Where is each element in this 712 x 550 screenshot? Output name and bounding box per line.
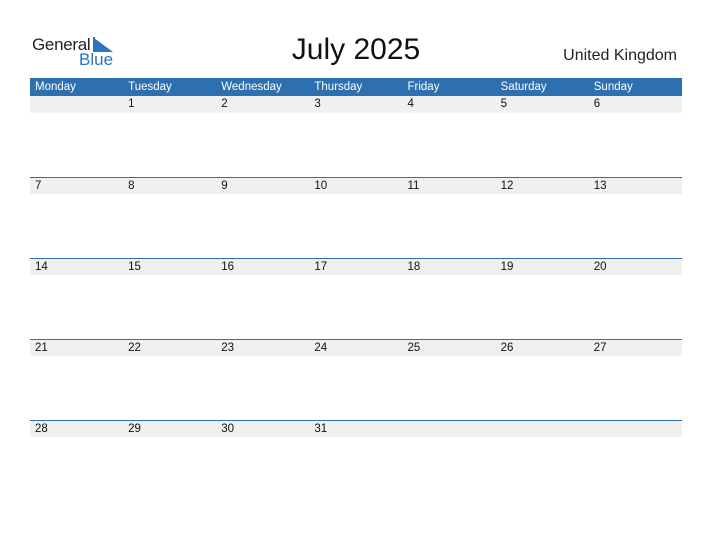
- week-row: 7 8 9 10 11 12 13: [30, 177, 682, 258]
- week-row: 1 2 3 4 5 6: [30, 96, 682, 177]
- week-row: 21 22 23 24 25 26 27: [30, 339, 682, 420]
- day-cell: [403, 421, 496, 437]
- day-cell: 9: [221, 180, 228, 192]
- day-cell: 4: [407, 98, 414, 110]
- weekday-label: Tuesday: [128, 81, 172, 93]
- day-cell: 11: [407, 180, 420, 192]
- day-cell: 27: [593, 342, 607, 354]
- week-row: 28 29 30 31: [30, 420, 682, 501]
- day-cell: 19: [500, 261, 514, 273]
- day-cell: 3: [314, 98, 321, 110]
- day-cell: 21: [35, 342, 48, 354]
- calendar-grid: Monday Tuesday Wednesday Thursday Friday…: [30, 78, 682, 501]
- day-cell: 26: [500, 342, 514, 354]
- day-cell: 17: [314, 261, 328, 273]
- country-label: United Kingdom: [563, 47, 677, 64]
- weekday-label: Saturday: [500, 81, 547, 93]
- day-cell: 8: [128, 180, 135, 192]
- weekday-label: Monday: [35, 81, 76, 93]
- weekday-label: Sunday: [593, 81, 633, 93]
- day-cell: [30, 96, 123, 113]
- day-cell: 16: [221, 261, 235, 273]
- day-cell: 31: [314, 423, 328, 435]
- day-cell: 24: [314, 342, 328, 354]
- day-cell: 5: [500, 98, 508, 110]
- day-cell: 12: [500, 180, 514, 192]
- day-cell: 22: [128, 342, 141, 354]
- day-cell: 28: [35, 423, 48, 435]
- weekday-label: Thursday: [314, 81, 363, 93]
- day-cell: [496, 421, 589, 437]
- day-cell: 23: [221, 342, 235, 354]
- day-cell: 1: [128, 98, 135, 110]
- day-cell: 29: [128, 423, 141, 435]
- weekday-header: Monday Tuesday Wednesday Thursday Friday…: [30, 78, 682, 96]
- day-cell: 25: [407, 342, 421, 354]
- day-cell: 13: [593, 180, 607, 192]
- day-cell: 15: [128, 261, 141, 273]
- day-cell: 6: [593, 98, 601, 110]
- day-cell: 20: [593, 261, 607, 273]
- day-cell: 2: [221, 98, 228, 110]
- day-cell: 30: [221, 423, 235, 435]
- day-cell: 18: [407, 261, 421, 273]
- day-cell: [589, 421, 682, 437]
- week-row: 14 15 16 17 18 19 20: [30, 258, 682, 339]
- day-cell: 7: [35, 180, 42, 192]
- weekday-label: Wednesday: [221, 81, 282, 93]
- day-cell: 10: [314, 180, 328, 192]
- weekday-label: Friday: [407, 81, 440, 93]
- day-cell: 14: [35, 261, 48, 273]
